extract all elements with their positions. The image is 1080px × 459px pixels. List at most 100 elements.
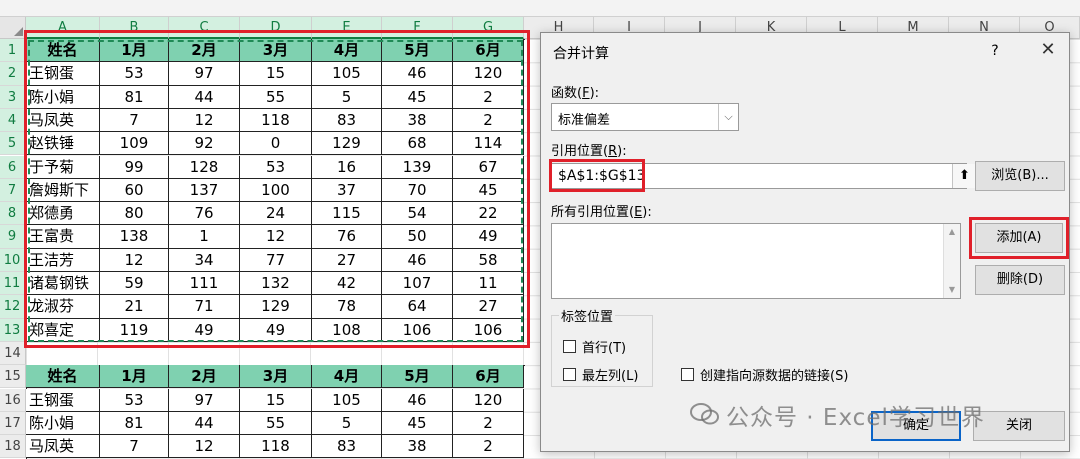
table-cell[interactable]: 80	[100, 202, 169, 226]
table-cell[interactable]: 46	[382, 388, 453, 412]
row-header-2[interactable]: 2	[0, 62, 26, 86]
table-cell[interactable]: 106	[453, 318, 524, 342]
first-row-checkbox[interactable]: 首行(T)	[563, 337, 626, 356]
table-cell[interactable]: 7	[100, 108, 169, 133]
row-header-9[interactable]: 9	[0, 225, 26, 249]
table-cell[interactable]: 92	[169, 132, 240, 156]
table-cell[interactable]: 王钢蛋	[26, 62, 100, 86]
all-references-list[interactable]: ▲ ▼	[551, 223, 961, 299]
table-cell[interactable]: 王富贵	[26, 225, 100, 249]
table-cell[interactable]: 1	[169, 225, 240, 249]
table-cell[interactable]: 137	[169, 178, 240, 203]
table-cell[interactable]: 76	[169, 202, 240, 226]
table-header-cell[interactable]: 2月	[169, 39, 240, 63]
table-cell[interactable]: 马凤英	[26, 108, 100, 133]
table-cell[interactable]: 12	[240, 225, 312, 249]
table-cell[interactable]: 97	[169, 388, 240, 412]
table-cell[interactable]: 郑德勇	[26, 202, 100, 226]
table-cell[interactable]: 50	[382, 225, 453, 249]
table-cell[interactable]: 49	[453, 225, 524, 249]
table-header-cell[interactable]: 5月	[382, 39, 453, 63]
table-cell[interactable]: 27	[453, 295, 524, 319]
table-cell[interactable]: 81	[100, 85, 169, 109]
table-cell[interactable]: 24	[240, 202, 312, 226]
help-button[interactable]: ?	[985, 39, 1005, 63]
table-cell[interactable]: 55	[240, 85, 312, 109]
row-header-18[interactable]: 18	[0, 435, 26, 459]
table-cell[interactable]: 120	[453, 388, 524, 412]
table-cell[interactable]: 53	[100, 388, 169, 412]
function-select[interactable]: 标准偏差 ⌵	[551, 103, 739, 131]
table-header-cell[interactable]: 1月	[100, 365, 169, 389]
table-cell[interactable]: 106	[382, 318, 453, 342]
select-all-corner[interactable]	[0, 17, 26, 39]
table-cell[interactable]: 12	[169, 435, 240, 459]
table-cell[interactable]: 陈小娟	[26, 411, 100, 436]
table-cell[interactable]: 42	[312, 272, 382, 296]
table-cell[interactable]: 2	[453, 108, 524, 133]
checkbox-box[interactable]	[681, 368, 694, 381]
delete-button[interactable]: 删除(D)	[975, 265, 1065, 295]
column-header-c[interactable]: C	[169, 17, 240, 39]
row-header-13[interactable]: 13	[0, 318, 26, 342]
table-cell[interactable]: 139	[382, 155, 453, 179]
table-cell[interactable]: 49	[169, 318, 240, 342]
table-cell[interactable]: 21	[100, 295, 169, 319]
table-cell[interactable]: 27	[312, 248, 382, 272]
table-cell[interactable]: 71	[169, 295, 240, 319]
table-cell[interactable]: 王洁芳	[26, 248, 100, 272]
table-cell[interactable]: 107	[382, 272, 453, 296]
table-cell[interactable]: 0	[240, 132, 312, 156]
table-header-cell[interactable]: 5月	[382, 365, 453, 389]
row-header-15[interactable]: 15	[0, 365, 26, 389]
table-cell[interactable]: 12	[169, 108, 240, 133]
table-cell[interactable]: 129	[312, 132, 382, 156]
row-header-16[interactable]: 16	[0, 388, 26, 412]
table-cell[interactable]: 132	[240, 272, 312, 296]
table-cell[interactable]: 赵铁锤	[26, 132, 100, 156]
table-cell[interactable]: 11	[453, 272, 524, 296]
close-button[interactable]: 关闭	[973, 411, 1065, 441]
table-cell[interactable]: 12	[100, 248, 169, 272]
table-cell[interactable]: 105	[312, 388, 382, 412]
table-cell[interactable]: 58	[453, 248, 524, 272]
table-cell[interactable]: 128	[169, 155, 240, 179]
create-links-checkbox[interactable]: 创建指向源数据的链接(S)	[681, 365, 848, 384]
table-cell[interactable]: 16	[312, 155, 382, 179]
table-cell[interactable]: 76	[312, 225, 382, 249]
table-cell[interactable]: 44	[169, 411, 240, 436]
table-cell[interactable]: 138	[100, 225, 169, 249]
reference-input[interactable]: $A$1:$G$13 ⬆	[551, 163, 976, 189]
table-header-cell[interactable]: 4月	[312, 365, 382, 389]
table-cell[interactable]: 129	[240, 295, 312, 319]
table-header-cell[interactable]: 6月	[453, 365, 524, 389]
table-cell[interactable]: 5	[312, 411, 382, 436]
table-header-cell[interactable]: 6月	[453, 39, 524, 63]
table-header-cell[interactable]: 2月	[169, 365, 240, 389]
table-cell[interactable]: 118	[240, 108, 312, 133]
table-cell[interactable]: 114	[453, 132, 524, 156]
row-header-1[interactable]: 1	[0, 39, 26, 63]
table-cell[interactable]: 109	[100, 132, 169, 156]
table-cell[interactable]: 34	[169, 248, 240, 272]
table-cell[interactable]: 108	[312, 318, 382, 342]
table-cell[interactable]: 60	[100, 178, 169, 203]
row-header-3[interactable]: 3	[0, 85, 26, 109]
checkbox-box[interactable]	[563, 368, 576, 381]
table-cell[interactable]: 67	[453, 155, 524, 179]
table-cell[interactable]: 68	[382, 132, 453, 156]
table-cell[interactable]: 38	[382, 108, 453, 133]
table-cell[interactable]: 詹姆斯下	[26, 178, 100, 203]
table-cell[interactable]: 118	[240, 435, 312, 459]
left-column-checkbox[interactable]: 最左列(L)	[563, 365, 638, 384]
table-cell[interactable]: 15	[240, 388, 312, 412]
browse-button[interactable]: 浏览(B)...	[975, 161, 1065, 191]
table-cell[interactable]: 83	[312, 435, 382, 459]
table-cell[interactable]: 7	[100, 435, 169, 459]
table-header-cell[interactable]: 4月	[312, 39, 382, 63]
table-cell[interactable]: 王钢蛋	[26, 388, 100, 412]
list-scrollbar[interactable]: ▲ ▼	[943, 224, 960, 298]
row-header-12[interactable]: 12	[0, 295, 26, 319]
column-header-g[interactable]: G	[453, 17, 524, 39]
table-cell[interactable]: 郑喜定	[26, 318, 100, 342]
